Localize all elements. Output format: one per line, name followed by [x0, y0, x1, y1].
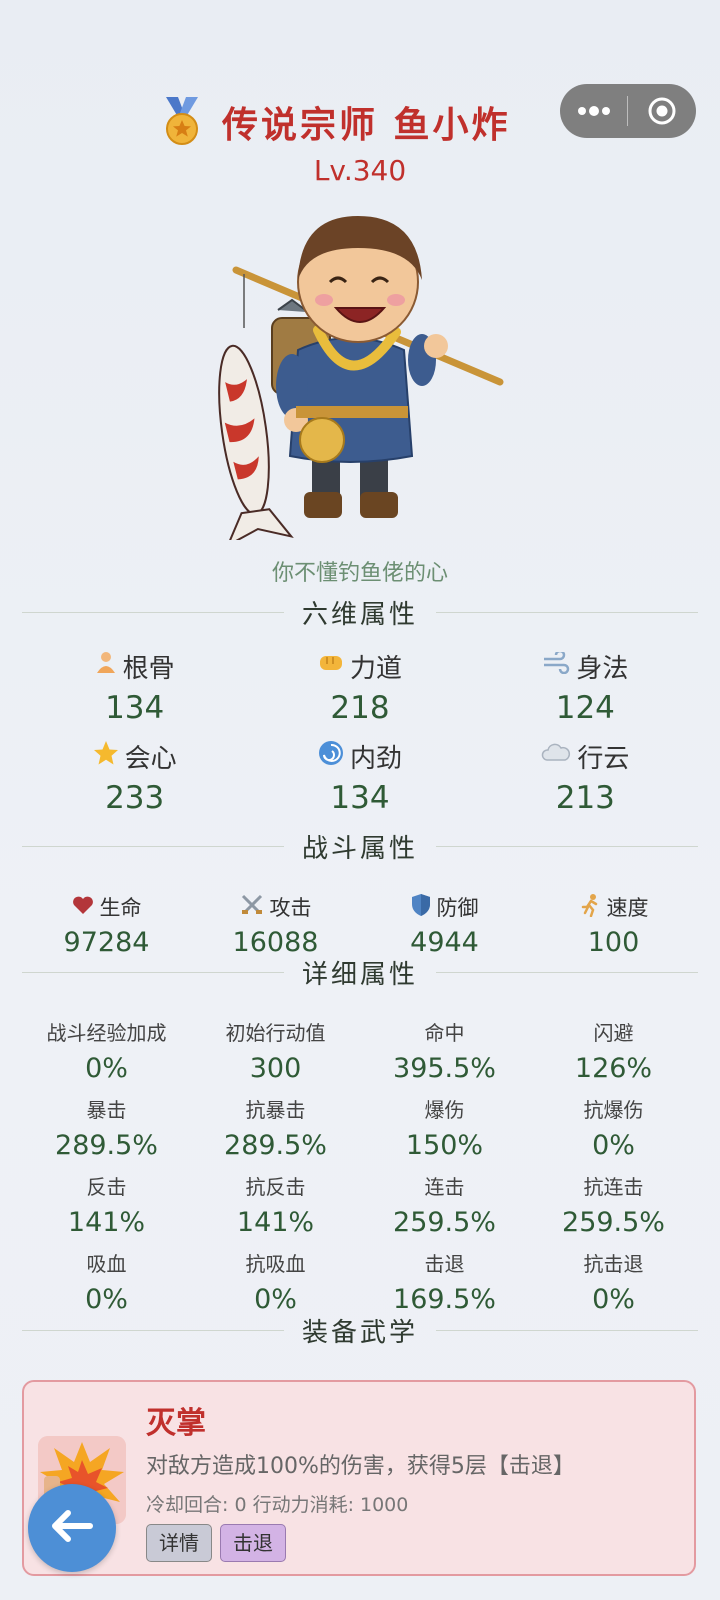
- stat-name: 力道: [349, 653, 402, 684]
- more-dots-icon[interactable]: [560, 84, 627, 138]
- detail-stat: 抗暴击 289.5%: [191, 1093, 360, 1170]
- detail-stat: 爆伤 150%: [360, 1093, 529, 1170]
- cloud-icon: [541, 741, 571, 771]
- stat-name: 生命: [99, 896, 142, 920]
- stat-value: 0%: [592, 1130, 635, 1161]
- detail-stat: 闪避 126%: [529, 1016, 698, 1093]
- stat-value: 124: [555, 690, 615, 726]
- section-header-skills: 装备武学: [22, 1310, 699, 1350]
- stat-name: 抗连击: [583, 1175, 644, 1199]
- stat-xingyun: 行云 213: [473, 738, 698, 822]
- stat-name: 攻击: [269, 896, 312, 920]
- stat-value: 213: [555, 780, 615, 816]
- details-tag-button[interactable]: 详情: [146, 1524, 212, 1562]
- stat-value: 300: [249, 1053, 302, 1084]
- back-button[interactable]: [28, 1484, 116, 1572]
- stat-name: 身法: [576, 653, 629, 684]
- stat-value: 141%: [236, 1207, 315, 1238]
- section-header-battle: 战斗属性: [22, 826, 699, 866]
- skill-meta: 冷却回合: 0 行动力消耗: 1000: [146, 1494, 409, 1516]
- detail-stat: 战斗经验加成 0%: [22, 1016, 191, 1093]
- stat-value: 395.5%: [393, 1053, 496, 1084]
- stat-name: 击退: [424, 1252, 465, 1276]
- stat-name: 初始行动值: [225, 1021, 326, 1045]
- stat-value: 289.5%: [224, 1130, 327, 1161]
- level-label: Lv.340: [313, 154, 407, 187]
- miniprogram-capsule: [560, 84, 696, 138]
- stat-name: 根骨: [122, 653, 175, 684]
- stat-name: 连击: [424, 1175, 465, 1199]
- wind-icon: [542, 649, 570, 681]
- stat-name: 暴击: [86, 1098, 127, 1122]
- skill-name: 灭掌: [146, 1406, 206, 1441]
- detail-stat: 抗反击 141%: [191, 1170, 360, 1247]
- page-title: 传说宗师 鱼小炸: [222, 105, 511, 146]
- stat-name: 抗反击: [245, 1175, 306, 1199]
- stat-name: 闪避: [593, 1021, 634, 1045]
- stat-shenfa: 身法 124: [473, 648, 698, 732]
- stat-value: 141%: [67, 1207, 146, 1238]
- stat-value: 218: [330, 690, 390, 726]
- detail-stat: 暴击 289.5%: [22, 1093, 191, 1170]
- stat-value: 259.5%: [393, 1207, 496, 1238]
- stat-name: 爆伤: [424, 1098, 465, 1122]
- detail-stat: 抗连击 259.5%: [529, 1170, 698, 1247]
- swords-icon: [240, 893, 264, 922]
- stat-name: 吸血: [86, 1252, 127, 1276]
- detail-stat: 反击 141%: [22, 1170, 191, 1247]
- section-title: 六维属性: [302, 599, 419, 630]
- stat-name: 抗爆伤: [583, 1098, 644, 1122]
- detail-stat: 命中 395.5%: [360, 1016, 529, 1093]
- detail-stat: 抗爆伤 0%: [529, 1093, 698, 1170]
- stat-huixin: 会心 233: [22, 738, 247, 822]
- detail-stats-grid: 战斗经验加成 0% 初始行动值 300 命中 395.5% 闪避 126% 暴击 289.…: [22, 1016, 698, 1324]
- section-title: 详细属性: [302, 959, 419, 990]
- stat-value: 259.5%: [562, 1207, 665, 1238]
- six-stats-grid: 根骨 134 力道 218 身法 124 会心 233 内劲 134 行云 21…: [22, 648, 698, 822]
- section-title: 战斗属性: [302, 833, 419, 864]
- heart-icon: [72, 895, 94, 920]
- fist-icon: [318, 651, 344, 681]
- stat-name: 命中: [424, 1021, 465, 1045]
- stat-value: 289.5%: [55, 1130, 158, 1161]
- section-header-detail: 详细属性: [22, 952, 699, 992]
- character-avatar: [200, 200, 520, 548]
- arrow-left-icon: [50, 1508, 94, 1548]
- stat-name: 内劲: [349, 743, 402, 774]
- stat-name: 会心: [124, 743, 177, 774]
- section-header-six: 六维属性: [22, 592, 699, 632]
- meditation-icon: [95, 651, 117, 682]
- stat-name: 行云: [577, 743, 630, 774]
- stat-value: 150%: [405, 1130, 484, 1161]
- swirl-icon: [318, 740, 344, 773]
- stat-name: 反击: [86, 1175, 127, 1199]
- stat-name: 抗击退: [583, 1252, 644, 1276]
- stat-name: 防御: [436, 896, 479, 920]
- stat-neijin: 内劲 134: [247, 738, 472, 822]
- stat-lidao: 力道 218: [247, 648, 472, 732]
- knockback-tag[interactable]: 击退: [220, 1524, 286, 1562]
- stat-value: 233: [105, 780, 165, 816]
- detail-stat: 初始行动值 300: [191, 1016, 360, 1093]
- section-title: 装备武学: [302, 1317, 419, 1348]
- skill-description: 对敌方造成100%的伤害，获得5层【击退】: [146, 1454, 575, 1479]
- stat-name: 速度: [606, 896, 649, 920]
- detail-stat: 连击 259.5%: [360, 1170, 529, 1247]
- runner-icon: [579, 893, 601, 922]
- medal-icon: [160, 97, 204, 145]
- stat-name: 战斗经验加成: [46, 1021, 167, 1045]
- stat-value: 0%: [85, 1053, 128, 1084]
- stat-gengu: 根骨 134: [22, 648, 247, 732]
- character-motto: 你不懂钓鱼佬的心: [271, 561, 448, 586]
- close-target-icon[interactable]: [628, 84, 695, 138]
- stat-value: 134: [105, 690, 165, 726]
- stat-name: 抗暴击: [245, 1098, 306, 1122]
- stat-value: 126%: [574, 1053, 653, 1084]
- stat-name: 抗吸血: [245, 1252, 306, 1276]
- star-icon: [93, 740, 119, 773]
- stat-value: 134: [330, 780, 390, 816]
- shield-icon: [411, 893, 431, 922]
